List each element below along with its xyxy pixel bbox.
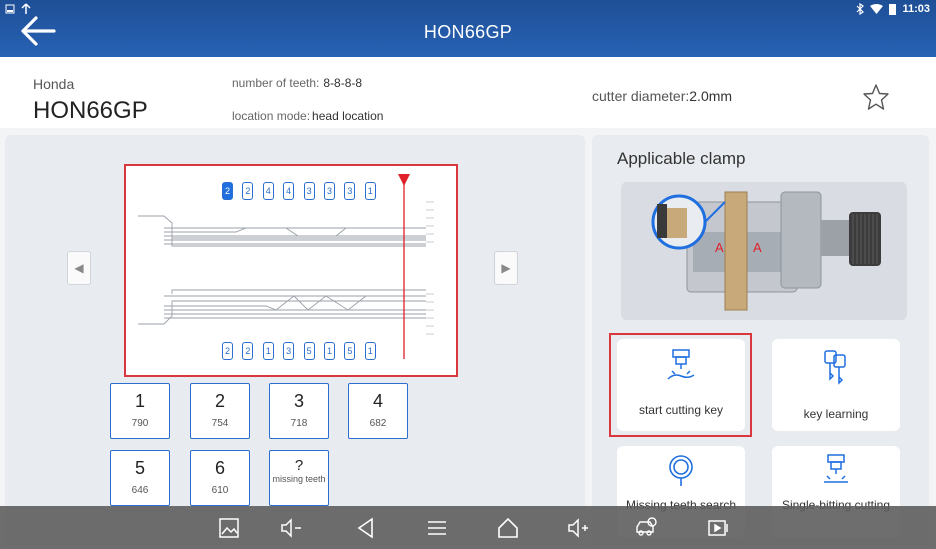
bottom-tooth-8[interactable]: 1 bbox=[364, 342, 376, 360]
model-label: HON66GP bbox=[33, 97, 148, 124]
keypad-button-2[interactable]: 2 754 bbox=[190, 383, 250, 439]
clamp-illustration: A A bbox=[651, 191, 881, 311]
clamp-title: Applicable clamp bbox=[617, 149, 746, 168]
clock: 11:03 bbox=[902, 3, 930, 15]
back-triangle-icon[interactable] bbox=[354, 516, 378, 540]
keypad-depth: missing teeth bbox=[272, 474, 326, 484]
key-learning-label: key learning bbox=[803, 407, 869, 421]
top-tooth-1[interactable]: 2 bbox=[222, 182, 233, 200]
keypad-number: 2 bbox=[214, 391, 225, 411]
keypad-depth: 646 bbox=[131, 485, 149, 496]
volume-down-icon[interactable] bbox=[279, 516, 303, 540]
bottom-tooth-4[interactable]: 3 bbox=[283, 342, 295, 360]
keypad-number: ? bbox=[294, 457, 304, 474]
cutter-diameter-label: cutter diameter: bbox=[592, 88, 690, 104]
teeth-count: number of teeth: 8-8-8-8 bbox=[232, 76, 362, 90]
chevron-left-icon: ◀ bbox=[74, 261, 84, 275]
bottom-tooth-1[interactable]: 2 bbox=[222, 342, 233, 360]
location-mode-value: head location bbox=[312, 109, 384, 123]
system-nav-bar bbox=[0, 506, 936, 549]
keypad-number: 4 bbox=[372, 391, 383, 411]
selection-highlight bbox=[609, 333, 752, 437]
top-tooth-2[interactable]: 2 bbox=[242, 182, 254, 200]
keypad-number: 6 bbox=[214, 458, 225, 478]
cutter-diameter: cutter diameter:2.0mm bbox=[592, 88, 732, 104]
prev-arrow-button[interactable]: ◀ bbox=[67, 251, 91, 285]
top-tooth-5[interactable]: 3 bbox=[303, 182, 315, 200]
keypad-depth: 718 bbox=[290, 418, 308, 429]
key-learning-icon bbox=[824, 350, 846, 385]
title-bar: 11:03 HON66GP bbox=[0, 0, 936, 57]
keypad-button-missing-teeth[interactable]: ? missing teeth bbox=[269, 450, 329, 506]
keypad-depth: 682 bbox=[369, 418, 387, 429]
bluetooth-icon bbox=[857, 3, 865, 15]
page-title: HON66GP bbox=[423, 22, 513, 42]
top-tooth-8[interactable]: 1 bbox=[364, 182, 376, 200]
clamp-marker-a-right: A bbox=[753, 240, 762, 255]
bottom-tooth-3[interactable]: 1 bbox=[262, 342, 274, 360]
menu-icon[interactable] bbox=[425, 516, 449, 540]
teeth-count-label: number of teeth: bbox=[232, 76, 320, 90]
key-learning-button[interactable]: key learning bbox=[772, 339, 900, 431]
keypad-button-5[interactable]: 5 646 bbox=[110, 450, 170, 506]
keypad-button-3[interactable]: 3 718 bbox=[269, 383, 329, 439]
single-cutter-icon bbox=[824, 454, 848, 483]
bottom-tooth-2[interactable]: 2 bbox=[242, 342, 254, 360]
screenshot-icon bbox=[5, 4, 15, 14]
wifi-icon bbox=[870, 3, 884, 14]
home-icon[interactable] bbox=[496, 516, 520, 540]
top-tooth-4[interactable]: 4 bbox=[283, 182, 295, 200]
top-tooth-3[interactable]: 4 bbox=[262, 182, 274, 200]
status-bar-right: 11:03 bbox=[856, 3, 930, 15]
keypad-depth: 754 bbox=[211, 418, 229, 429]
location-mode-label: location mode: bbox=[232, 109, 311, 123]
car-diagnostic-icon[interactable] bbox=[634, 516, 658, 540]
keypad-number: 1 bbox=[134, 391, 145, 411]
bottom-tooth-5[interactable]: 5 bbox=[303, 342, 315, 360]
keypad-button-4[interactable]: 4 682 bbox=[348, 383, 408, 439]
bottom-tooth-6[interactable]: 1 bbox=[324, 342, 335, 360]
clamp-marker-a-left: A bbox=[715, 240, 724, 255]
magnifier-icon bbox=[669, 455, 693, 486]
keypad-depth: 610 bbox=[211, 485, 229, 496]
screen-record-icon[interactable] bbox=[707, 516, 731, 540]
keypad-button-6[interactable]: 6 610 bbox=[190, 450, 250, 506]
keypad-depth: 790 bbox=[131, 418, 149, 429]
keypad-number: 5 bbox=[134, 458, 145, 478]
keypad-button-1[interactable]: 1 790 bbox=[110, 383, 170, 439]
brand-label: Honda bbox=[33, 76, 75, 92]
top-tooth-7[interactable]: 3 bbox=[344, 182, 356, 200]
volume-up-icon[interactable] bbox=[566, 516, 590, 540]
next-arrow-button[interactable]: ▶ bbox=[494, 251, 518, 285]
key-info-header: Honda HON66GP number of teeth: 8-8-8-8 lo… bbox=[0, 57, 936, 128]
favorite-star-icon[interactable] bbox=[862, 83, 890, 111]
clamp-image: A A bbox=[621, 182, 907, 320]
gallery-icon[interactable] bbox=[217, 516, 241, 540]
cutter-diameter-value: 2.0mm bbox=[689, 88, 733, 104]
chevron-right-icon: ▶ bbox=[501, 261, 511, 275]
location-mode: location mode: head location bbox=[232, 109, 383, 123]
top-tooth-6[interactable]: 3 bbox=[324, 182, 335, 200]
keypad-number: 3 bbox=[293, 391, 304, 411]
battery-icon bbox=[889, 4, 897, 15]
bottom-tooth-7[interactable]: 5 bbox=[344, 342, 356, 360]
teeth-count-value: 8-8-8-8 bbox=[323, 76, 363, 90]
